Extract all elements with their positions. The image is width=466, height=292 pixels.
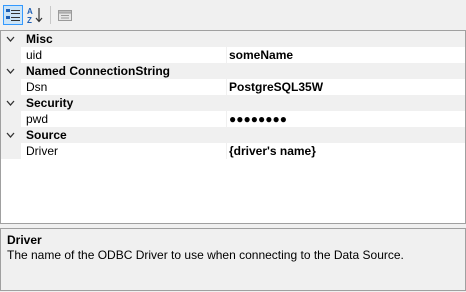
property-value[interactable]: someName (229, 47, 293, 63)
chevron-down-icon[interactable] (3, 95, 17, 111)
svg-text:Z: Z (27, 16, 32, 24)
row-gutter (1, 111, 21, 127)
chevron-down-icon[interactable] (3, 31, 17, 47)
category-source[interactable]: Source (1, 127, 465, 143)
categorized-button[interactable] (3, 5, 23, 25)
row-gutter (1, 79, 21, 95)
password-value[interactable]: ●●●●●●●● (229, 111, 287, 127)
property-row-pwd[interactable]: pwd ●●●●●●●● (1, 111, 465, 127)
help-pane: Driver The name of the ODBC Driver to us… (0, 228, 466, 291)
row-gutter (1, 47, 21, 63)
chevron-down-icon[interactable] (3, 127, 17, 143)
category-label: Named ConnectionString (26, 64, 171, 78)
column-divider[interactable] (226, 47, 227, 63)
toolbar-separator (50, 6, 51, 24)
alphabetical-button[interactable]: A Z (25, 5, 45, 25)
help-description: The name of the ODBC Driver to use when … (7, 248, 404, 262)
help-title: Driver (7, 233, 42, 247)
property-name: Driver (26, 144, 58, 158)
column-divider[interactable] (226, 143, 227, 159)
category-label: Misc (26, 32, 53, 46)
row-gutter (1, 143, 21, 159)
category-security[interactable]: Security (1, 95, 465, 111)
property-grid: Misc uid someName Named ConnectionString… (0, 30, 466, 224)
property-name: Dsn (26, 80, 48, 94)
column-divider[interactable] (226, 111, 227, 127)
property-name: uid (26, 48, 43, 62)
property-name: pwd (26, 112, 49, 126)
chevron-down-icon[interactable] (3, 63, 17, 79)
categorized-icon (6, 9, 20, 21)
property-pages-button[interactable] (55, 5, 75, 25)
property-pages-icon (58, 10, 72, 21)
category-named-connectionstring[interactable]: Named ConnectionString (1, 63, 465, 79)
svg-text:A: A (27, 7, 33, 16)
property-value[interactable]: PostgreSQL35W (229, 79, 323, 95)
property-grid-toolbar: A Z (0, 0, 466, 30)
column-divider[interactable] (226, 79, 227, 95)
category-misc[interactable]: Misc (1, 31, 465, 47)
category-label: Source (26, 128, 67, 142)
property-row-driver[interactable]: Driver {driver's name} (1, 143, 465, 159)
property-row-dsn[interactable]: Dsn PostgreSQL35W (1, 79, 465, 95)
property-row-uid[interactable]: uid someName (1, 47, 465, 63)
alphabetical-icon: A Z (27, 7, 43, 24)
category-label: Security (26, 96, 74, 110)
property-value[interactable]: {driver's name} (229, 143, 316, 159)
